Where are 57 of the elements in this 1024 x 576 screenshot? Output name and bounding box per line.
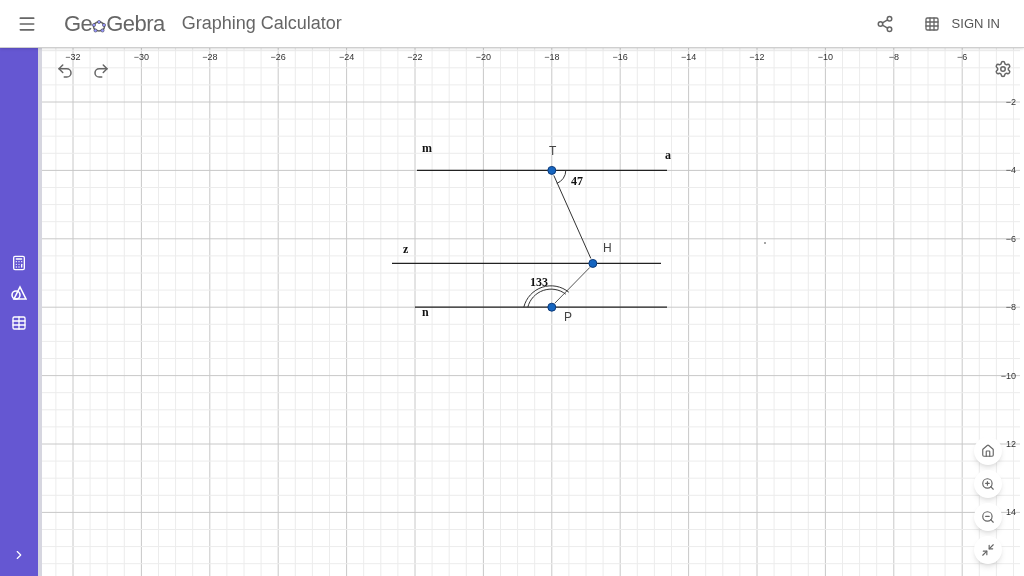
point[interactable] <box>588 258 598 268</box>
geometry-shapes-icon[interactable] <box>11 285 27 301</box>
line-m[interactable] <box>416 169 668 171</box>
angle-label: 47 <box>571 174 583 188</box>
graph-canvas[interactable]: −32 −30 −28 −26 −24 −22 −20 −18 −16 −14 −12 −10 −8 −6 −2 −4 −6 −8 −10 12 14 m a z n T H P 47 133 <box>42 48 1020 576</box>
zoom-in-icon[interactable] <box>974 470 1002 498</box>
calculator-icon[interactable] <box>11 255 27 271</box>
point-label: H <box>603 241 612 255</box>
point-label: P <box>564 310 572 324</box>
line-label: m <box>422 141 432 155</box>
y-axis-label: 12 <box>1006 439 1016 449</box>
share-icon[interactable] <box>875 14 894 33</box>
y-axis-label: −8 <box>1005 302 1016 313</box>
y-axis-label: 14 <box>1006 507 1016 518</box>
apps-grid-icon[interactable] <box>923 15 940 32</box>
table-icon[interactable] <box>11 315 27 331</box>
flower-logo-icon <box>92 18 107 33</box>
point-label: T <box>549 144 557 158</box>
zoom-out-icon[interactable] <box>974 503 1002 531</box>
x-axis-label: −8 <box>888 52 899 62</box>
x-axis-label: −6 <box>957 52 968 62</box>
app-title: Graphing Calculator <box>181 12 342 35</box>
x-axis-label: −14 <box>680 52 697 62</box>
x-axis-label: −30 <box>133 52 150 62</box>
line-label: a <box>665 148 671 162</box>
x-axis-label: −26 <box>270 52 286 62</box>
logo-text: Ge <box>64 10 93 38</box>
line-label: n <box>422 305 429 319</box>
undo-icon[interactable] <box>56 62 74 80</box>
double-angle-arc <box>523 285 570 308</box>
x-axis-label: −28 <box>202 52 218 62</box>
y-axis-label: −6 <box>1005 233 1016 244</box>
segment-hp[interactable] <box>554 266 591 304</box>
y-axis-label: −2 <box>1005 97 1016 107</box>
logo-text: Gebra <box>106 10 165 38</box>
segment-th[interactable] <box>553 174 592 259</box>
collapse-icon[interactable] <box>974 536 1002 564</box>
angle-label: 133 <box>530 275 548 289</box>
x-axis-label: −16 <box>612 52 628 62</box>
settings-icon[interactable] <box>994 60 1012 78</box>
home-icon[interactable] <box>974 437 1002 465</box>
x-axis-label: −24 <box>338 52 355 62</box>
x-axis-label: −32 <box>65 52 81 62</box>
x-axis-label: −22 <box>407 52 423 62</box>
x-axis-label: −18 <box>544 52 560 62</box>
x-axis-label: −12 <box>749 52 765 62</box>
point[interactable] <box>547 165 557 175</box>
x-axis-label: −10 <box>817 52 834 62</box>
angle-arc <box>556 169 567 184</box>
sign-in-button[interactable]: SIGN IN <box>951 13 1000 34</box>
x-axis-label: −20 <box>475 52 492 62</box>
redo-icon[interactable] <box>92 62 110 80</box>
y-axis-label: −4 <box>1005 165 1016 176</box>
y-axis-label: −10 <box>1000 370 1016 381</box>
point[interactable] <box>547 302 557 312</box>
line-z[interactable] <box>391 262 662 265</box>
line-label: z <box>403 242 409 256</box>
